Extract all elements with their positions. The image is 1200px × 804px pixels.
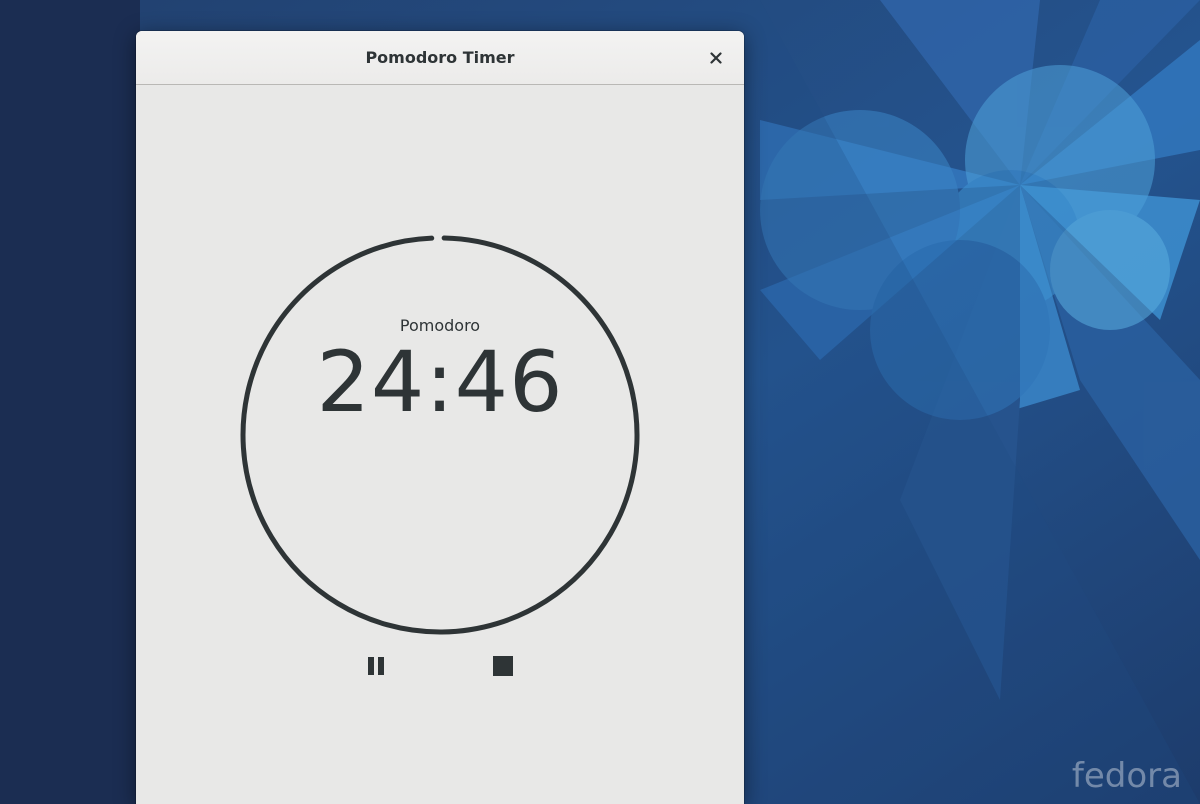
pause-icon	[367, 656, 387, 676]
close-button[interactable]	[702, 44, 730, 72]
stop-icon	[493, 656, 513, 676]
fedora-watermark: fedora	[1071, 756, 1182, 796]
timer-content: Pomodoro 24:46	[136, 85, 744, 804]
pomodoro-window: Pomodoro Timer Pomodoro 24:46	[136, 31, 744, 804]
window-titlebar[interactable]: Pomodoro Timer	[136, 31, 744, 85]
time-remaining: 24:46	[316, 333, 564, 431]
timer-progress-ring	[240, 235, 640, 635]
window-title: Pomodoro Timer	[365, 48, 515, 67]
timer-progress-arc	[240, 235, 640, 635]
close-icon	[710, 52, 722, 64]
pause-button[interactable]	[357, 646, 397, 686]
stop-button[interactable]	[483, 646, 523, 686]
